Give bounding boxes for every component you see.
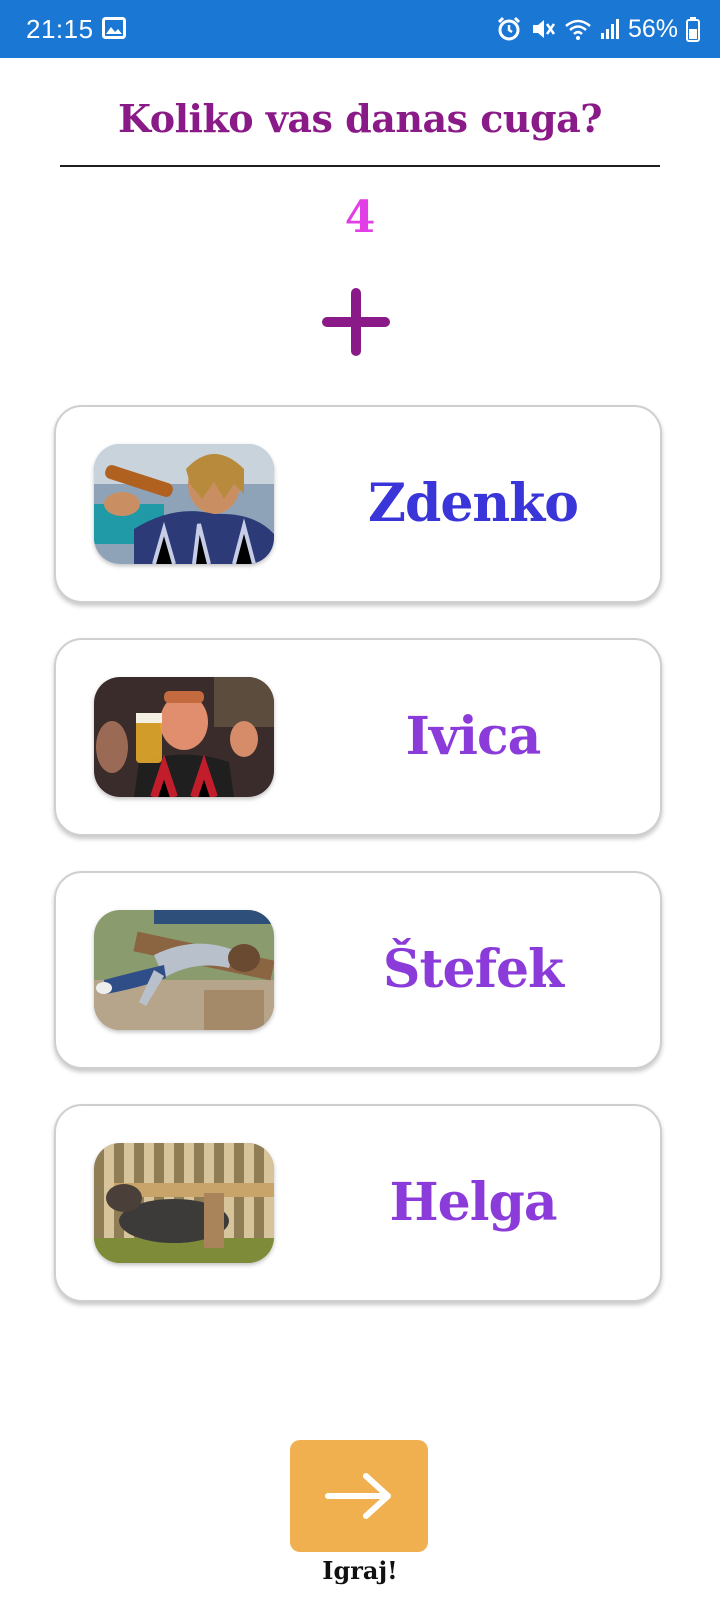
arrow-right-icon [325,1473,391,1519]
player-photo [94,444,274,564]
player-name: Helga [389,1172,557,1233]
player-photo [94,1143,274,1263]
player-count: 4 [344,192,376,243]
player-card[interactable]: Zdenko [54,405,662,603]
play-label: Igraj! [322,1556,398,1585]
wifi-icon [564,17,592,41]
plus-icon [322,288,390,356]
player-photo [94,677,274,797]
status-icons: 56% [496,14,700,44]
player-card[interactable]: Helga [54,1104,662,1302]
mute-icon [530,16,556,42]
battery-icon [686,16,700,42]
title-divider [60,165,660,167]
player-photo [94,910,274,1030]
player-name: Štefek [382,939,564,1000]
app-screen: 21:15 56% Koliko vas danas cuga? 4 Zdenk… [0,0,720,1600]
player-name: Zdenko [368,473,579,534]
status-bar: 21:15 56% [0,0,720,58]
player-card[interactable]: Ivica [54,638,662,836]
battery-level: 56% [627,14,678,43]
page-title: Koliko vas danas cuga? [118,96,602,141]
alarm-icon [496,16,522,42]
status-time: 21:15 [26,14,94,44]
play-button[interactable] [290,1440,428,1552]
add-player-button[interactable] [318,284,394,360]
signal-icon [600,18,620,40]
player-card[interactable]: Štefek [54,871,662,1069]
player-name: Ivica [405,706,542,767]
gallery-icon [102,17,126,39]
